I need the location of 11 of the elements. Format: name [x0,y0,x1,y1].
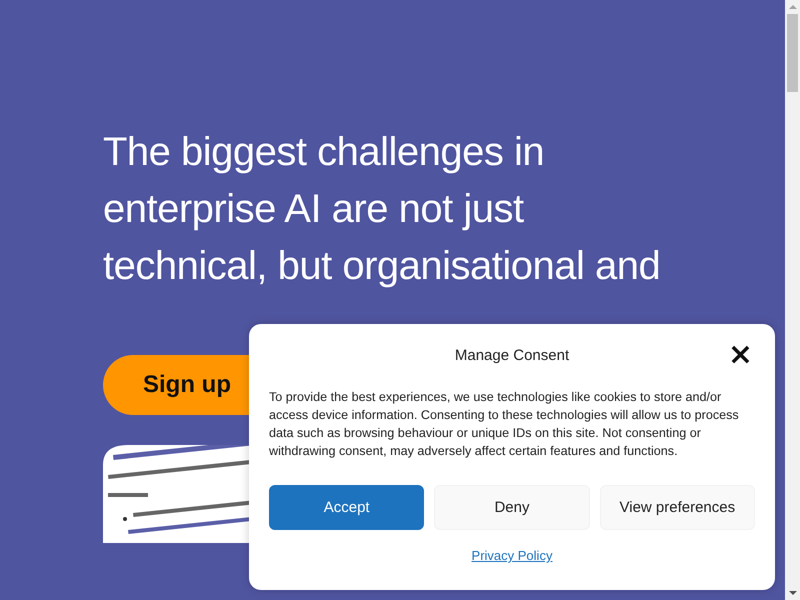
scrollbar[interactable] [785,0,800,600]
consent-button[interactable]: View preferences [600,485,755,530]
scroll-down-icon[interactable] [788,591,796,595]
consent-button[interactable]: Accept [269,485,424,530]
hero-heading: The biggest challenges in enterprise AI are not just technical, but organisational and [103,129,662,290]
consent-button[interactable]: Deny [434,485,590,530]
dialog-title: Manage Consent [454,346,570,364]
scroll-up-icon[interactable] [788,5,796,9]
scrollbar-thumb[interactable] [787,14,798,92]
privacy-policy-link[interactable]: Privacy Policy [472,548,552,563]
close-button[interactable]: × [728,342,753,368]
